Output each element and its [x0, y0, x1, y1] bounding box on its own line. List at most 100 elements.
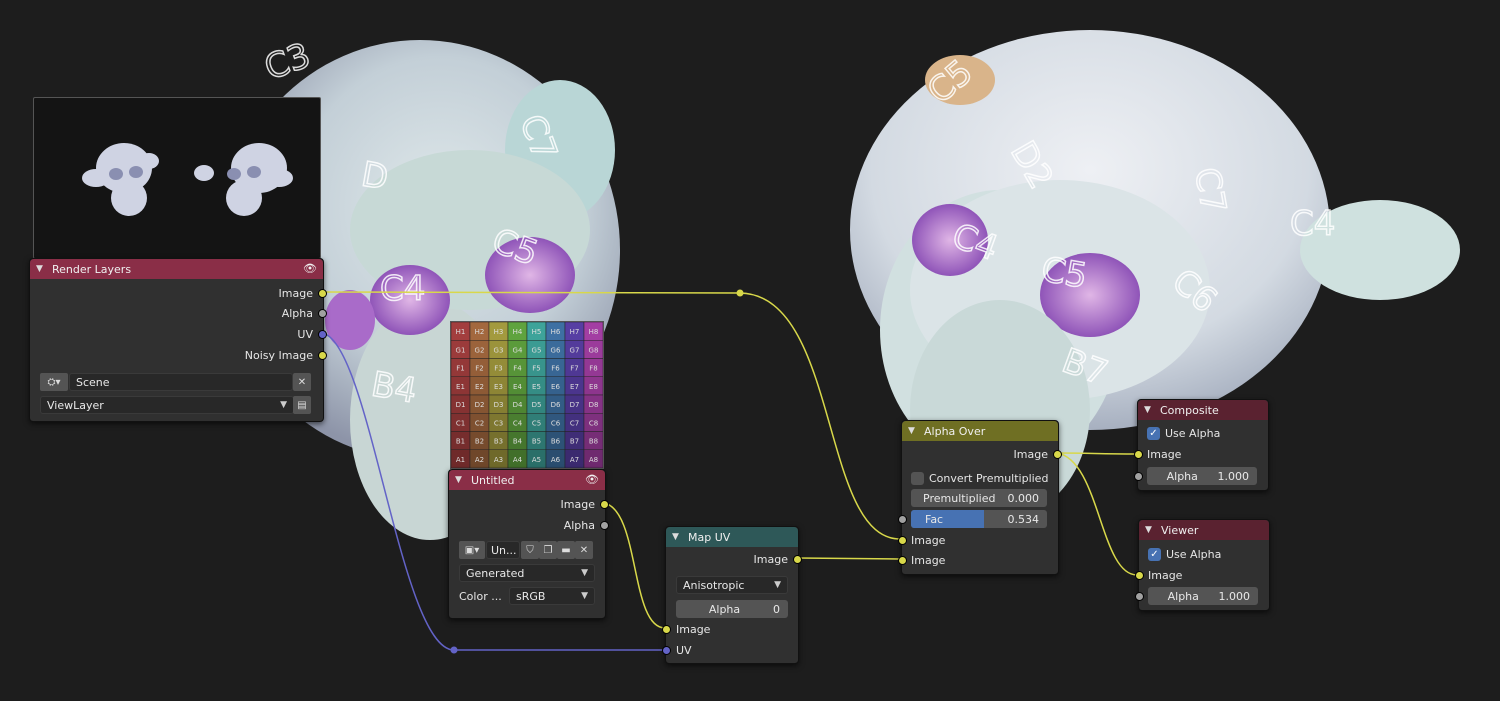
uv-grid-label: H4 [513, 328, 523, 336]
uv-grid-label: A5 [532, 456, 541, 464]
socket-alpha[interactable] [600, 521, 609, 530]
uv-grid-label: A8 [589, 456, 598, 464]
fake-user-shield-icon[interactable]: ⛉ [521, 541, 539, 559]
uv-grid-label: G4 [513, 346, 523, 354]
image-node[interactable]: ▼ Untitled 👁 Image Alpha ▣▾ Un... ⛉ ❐ ▬ … [448, 469, 609, 619]
collapse-chevron-icon[interactable]: ▼ [1145, 525, 1155, 535]
alpha-field[interactable]: Alpha 1.000 [1147, 467, 1257, 485]
uv-grid-label: G5 [532, 346, 542, 354]
backdrop-uv-label: C4 [1290, 204, 1335, 244]
uv-grid-label: E2 [475, 383, 484, 391]
uv-grid-label: H7 [570, 328, 580, 336]
node-title: Map UV [688, 530, 731, 544]
use-alpha-checkbox[interactable]: ✓ Use Alpha [1147, 424, 1220, 442]
alpha-over-header[interactable]: ▼ Alpha Over [902, 421, 1058, 441]
socket-image-out[interactable] [1053, 450, 1062, 459]
collapse-chevron-icon[interactable]: ▼ [1144, 405, 1154, 415]
uv-grid-label: E7 [570, 383, 579, 391]
collapse-chevron-icon[interactable]: ▼ [455, 475, 465, 485]
uv-grid-label: D1 [456, 401, 466, 409]
source-dropdown[interactable]: Generated ▼ [459, 564, 595, 582]
filter-dropdown[interactable]: Anisotropic ▼ [676, 576, 788, 594]
uv-grid-label: C2 [475, 419, 484, 427]
premultiplied-field[interactable]: Premultiplied 0.000 [911, 489, 1047, 507]
convert-premultiplied-checkbox[interactable]: Convert Premultiplied [911, 469, 1048, 487]
output-image: Image [753, 552, 788, 566]
collapse-chevron-icon[interactable]: ▼ [672, 532, 682, 542]
node-title: Render Layers [52, 262, 132, 276]
socket-image-in[interactable] [1134, 450, 1143, 459]
map-uv-node[interactable]: ▼ Map UV Image Anisotropic ▼ Alpha 0 Image… [662, 526, 802, 664]
collapse-chevron-icon[interactable]: ▼ [908, 426, 918, 436]
alpha-field[interactable]: Alpha 0 [676, 600, 788, 618]
uv-grid-label: C4 [513, 419, 523, 427]
socket-alpha-in[interactable] [1135, 592, 1144, 601]
fac-slider[interactable]: Fac 0.534 [911, 510, 1047, 528]
socket-fac-in[interactable] [898, 515, 907, 524]
image-browse-icon[interactable]: ▣▾ [459, 541, 485, 559]
uv-grid-label: D7 [570, 401, 580, 409]
uv-grid-label: F2 [475, 365, 483, 373]
uv-grid-label: A7 [570, 456, 579, 464]
eye-icon[interactable]: 👁 [585, 473, 599, 486]
output-noisy-image: Noisy Image [244, 348, 313, 362]
uv-grid-label: H3 [494, 328, 504, 336]
socket-image-out[interactable] [793, 555, 802, 564]
uv-grid-label: D3 [494, 401, 504, 409]
duplicate-icon[interactable]: ❐ [539, 541, 557, 559]
scene-selector-icon[interactable]: ⛭▾ [40, 373, 68, 391]
open-folder-icon[interactable]: ▬ [557, 541, 575, 559]
socket-alpha-in[interactable] [1134, 472, 1143, 481]
render-layers-node[interactable]: ▼ Render Layers 👁 Image Alpha UV Noisy I… [29, 258, 327, 422]
view-layer-dropdown[interactable]: ViewLayer ▼ [40, 396, 294, 414]
use-alpha-checkbox[interactable]: ✓ Use Alpha [1148, 545, 1221, 563]
image-node-header[interactable]: ▼ Untitled 👁 [449, 470, 605, 490]
alpha-over-node[interactable]: ▼ Alpha Over Image Convert Premultiplied… [898, 420, 1062, 575]
socket-image-in-2[interactable] [898, 556, 907, 565]
render-layer-icon[interactable]: ▤ [293, 396, 311, 414]
socket-image-in[interactable] [662, 625, 671, 634]
uv-grid-label: B1 [456, 438, 465, 446]
collapse-chevron-icon[interactable]: ▼ [36, 264, 46, 274]
image-name-field[interactable]: Un... [486, 541, 520, 559]
socket-noisy-image[interactable] [318, 351, 327, 360]
uv-grid-label: D8 [589, 401, 599, 409]
uv-grid-label: F7 [570, 365, 578, 373]
uv-grid-label: D4 [513, 401, 523, 409]
uv-grid-label: G6 [551, 346, 561, 354]
viewer-node[interactable]: ▼ Viewer ✓ Use Alpha Image Alpha 1.000 [1135, 519, 1270, 611]
uv-grid-label: C1 [456, 419, 465, 427]
output-image: Image [278, 286, 313, 300]
uv-grid-label: F4 [513, 365, 522, 373]
uv-grid-label: E5 [532, 383, 541, 391]
input-image: Image [676, 622, 711, 636]
uv-grid-label: A2 [475, 456, 484, 464]
output-alpha: Alpha [281, 306, 313, 320]
composite-node[interactable]: ▼ Composite ✓ Use Alpha Image Alpha 1.000 [1134, 399, 1269, 491]
uv-grid-label: B5 [532, 438, 541, 446]
color-space-label: Color ... [459, 589, 502, 603]
clear-scene-icon[interactable]: ✕ [293, 373, 311, 391]
socket-uv[interactable] [318, 330, 327, 339]
socket-image-in-1[interactable] [898, 536, 907, 545]
alpha-field[interactable]: Alpha 1.000 [1148, 587, 1258, 605]
map-uv-header[interactable]: ▼ Map UV [666, 527, 798, 547]
eye-icon[interactable]: 👁 [303, 262, 317, 275]
chevron-down-icon: ▼ [280, 400, 287, 410]
uv-grid-label: F5 [532, 365, 540, 373]
uv-grid-label: E8 [589, 383, 598, 391]
composite-header[interactable]: ▼ Composite [1138, 400, 1268, 420]
viewer-header[interactable]: ▼ Viewer [1139, 520, 1269, 540]
socket-uv-in[interactable] [662, 646, 671, 655]
socket-image-in[interactable] [1135, 571, 1144, 580]
unlink-icon[interactable]: ✕ [575, 541, 593, 559]
socket-alpha[interactable] [318, 309, 327, 318]
scene-field[interactable]: Scene [69, 373, 293, 391]
socket-image[interactable] [600, 500, 609, 509]
uv-grid-label: D5 [532, 401, 542, 409]
input-image-1: Image [911, 533, 946, 547]
uv-grid-label: G3 [494, 346, 504, 354]
color-space-dropdown[interactable]: sRGB ▼ [509, 587, 595, 605]
render-layers-header[interactable]: ▼ Render Layers 👁 [30, 259, 323, 279]
socket-image[interactable] [318, 289, 327, 298]
